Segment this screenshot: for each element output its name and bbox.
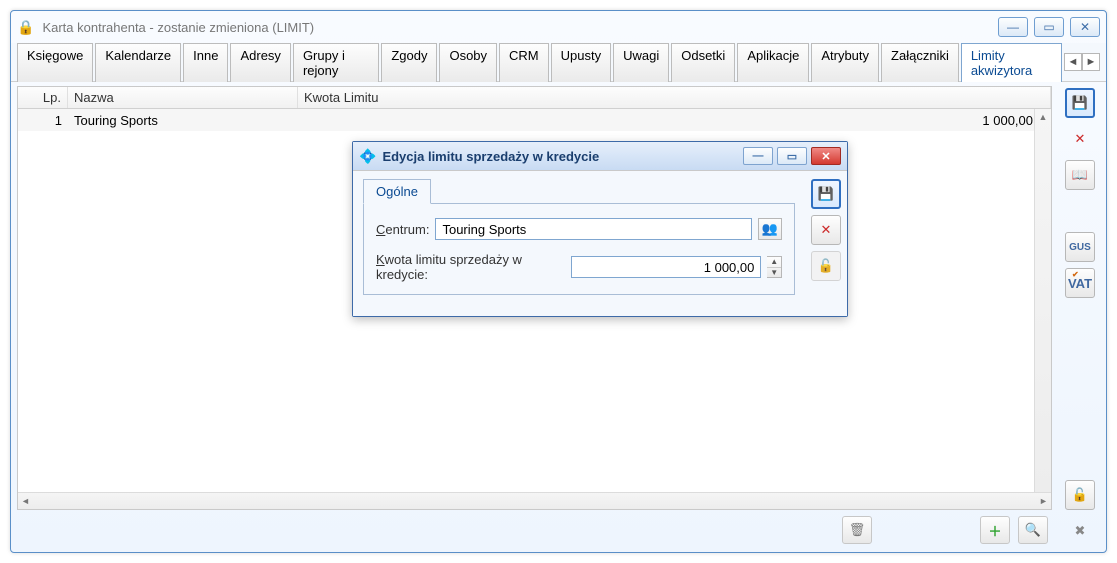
tab-zgody[interactable]: Zgody bbox=[381, 43, 437, 82]
dialog-titlebar: 💠 Edycja limitu sprzedaży w kredycie — ▭… bbox=[353, 142, 847, 170]
col-nazwa[interactable]: Nazwa bbox=[68, 87, 298, 108]
close-icon: ✕ bbox=[1075, 131, 1086, 147]
tab-odsetki[interactable]: Odsetki bbox=[671, 43, 735, 82]
tab-inne[interactable]: Inne bbox=[183, 43, 228, 82]
lock-icon: 🔓 bbox=[818, 258, 834, 274]
cancel-button[interactable]: ✕ bbox=[1065, 124, 1095, 154]
scroll-up-icon[interactable]: ▲ bbox=[1035, 109, 1051, 124]
dialog-frame: Centrum: 👥 Kwota limitu sprzedaży w kred… bbox=[363, 203, 795, 295]
tab-kalendarze[interactable]: Kalendarze bbox=[95, 43, 181, 82]
scroll-left-icon[interactable]: ◄ bbox=[18, 493, 33, 509]
tab-atrybuty[interactable]: Atrybuty bbox=[811, 43, 879, 82]
kwota-row: Kwota limitu sprzedaży w kredycie: ▲ ▼ bbox=[376, 252, 782, 282]
table-row[interactable]: 1 Touring Sports 1 000,00 bbox=[18, 109, 1051, 131]
app-icon: 🔒 bbox=[17, 19, 34, 36]
tab-scroll: ◄ ► bbox=[1064, 43, 1100, 81]
book-icon: 📖 bbox=[1072, 167, 1088, 183]
dialog-side-toolbar: 💾 ✕ 🔓 bbox=[805, 171, 847, 316]
check-icon: ✔ bbox=[1072, 270, 1079, 279]
centrum-row: Centrum: 👥 bbox=[376, 218, 782, 240]
centrum-input[interactable] bbox=[435, 218, 752, 240]
dialog-close-button[interactable]: ✕ bbox=[811, 147, 841, 165]
tab-upusty[interactable]: Upusty bbox=[551, 43, 611, 82]
search-button[interactable]: 🔍 bbox=[1018, 516, 1048, 544]
close-icon: ✕ bbox=[821, 222, 832, 238]
save-button[interactable]: 💾 bbox=[1065, 88, 1095, 118]
bottom-toolbar: 🗑 ＋ 🔍 bbox=[17, 510, 1052, 546]
col-kwota[interactable]: Kwota Limitu bbox=[298, 87, 1051, 108]
save-icon: 💾 bbox=[1072, 95, 1088, 111]
dialog-form: Ogólne Centrum: 👥 Kwota limitu sprzedaży… bbox=[353, 171, 805, 316]
lock-button[interactable]: 🔓 bbox=[1065, 480, 1095, 510]
cell-nazwa: Touring Sports bbox=[68, 113, 298, 128]
tab-ksiegowe[interactable]: Księgowe bbox=[17, 43, 93, 82]
titlebar: 🔒 Karta kontrahenta - zostanie zmieniona… bbox=[11, 11, 1106, 43]
dialog-icon: 💠 bbox=[359, 148, 376, 165]
tab-scroll-right[interactable]: ► bbox=[1082, 53, 1100, 71]
spinner-down-icon[interactable]: ▼ bbox=[767, 268, 781, 278]
book-button[interactable]: 📖 bbox=[1065, 160, 1095, 190]
vat-button[interactable]: ✔ VAT bbox=[1065, 268, 1095, 298]
save-icon: 💾 bbox=[818, 186, 834, 202]
dialog-title: Edycja limitu sprzedaży w kredycie bbox=[382, 149, 743, 164]
cell-lp: 1 bbox=[18, 113, 68, 128]
add-button[interactable]: ＋ bbox=[980, 516, 1010, 544]
search-icon: 🔍 bbox=[1025, 522, 1041, 538]
dialog-tab-ogolne[interactable]: Ogólne bbox=[363, 179, 431, 204]
col-lp[interactable]: Lp. bbox=[18, 87, 68, 108]
tab-adresy[interactable]: Adresy bbox=[230, 43, 290, 82]
dialog-minimize-button[interactable]: — bbox=[743, 147, 773, 165]
dismiss-button[interactable]: ✖ bbox=[1065, 516, 1095, 546]
tab-grupy[interactable]: Grupy i rejony bbox=[293, 43, 379, 82]
kwota-input[interactable] bbox=[571, 256, 761, 278]
main-window: 🔒 Karta kontrahenta - zostanie zmieniona… bbox=[10, 10, 1107, 553]
close-button[interactable]: ✕ bbox=[1070, 17, 1100, 37]
tab-osoby[interactable]: Osoby bbox=[439, 43, 497, 82]
spinner-up-icon[interactable]: ▲ bbox=[767, 257, 781, 268]
gus-button[interactable]: GUS bbox=[1065, 232, 1095, 262]
tab-limity-akwizytora[interactable]: Limity akwizytora bbox=[961, 43, 1062, 82]
tabs-row: Księgowe Kalendarze Inne Adresy Grupy i … bbox=[11, 43, 1106, 82]
x-icon: ✖ bbox=[1075, 523, 1086, 539]
grid-header: Lp. Nazwa Kwota Limitu bbox=[18, 87, 1051, 109]
minimize-button[interactable]: — bbox=[998, 17, 1028, 37]
tab-scroll-left[interactable]: ◄ bbox=[1064, 53, 1082, 71]
lock-icon: 🔓 bbox=[1072, 487, 1088, 503]
dialog-window-buttons: — ▭ ✕ bbox=[743, 147, 841, 165]
dialog-save-button[interactable]: 💾 bbox=[811, 179, 841, 209]
tab-zalaczniki[interactable]: Załączniki bbox=[881, 43, 959, 82]
window-title: Karta kontrahenta - zostanie zmieniona (… bbox=[42, 20, 998, 35]
edit-limit-dialog: 💠 Edycja limitu sprzedaży w kredycie — ▭… bbox=[352, 141, 848, 317]
centrum-picker-button[interactable]: 👥 bbox=[758, 218, 782, 240]
grid-vscroll[interactable]: ▲ bbox=[1034, 109, 1051, 492]
dialog-cancel-button[interactable]: ✕ bbox=[811, 215, 841, 245]
maximize-button[interactable]: ▭ bbox=[1034, 17, 1064, 37]
kwota-spinner[interactable]: ▲ ▼ bbox=[767, 256, 782, 278]
cell-kwota: 1 000,00 bbox=[298, 113, 1051, 128]
scroll-right-icon[interactable]: ► bbox=[1036, 493, 1051, 509]
people-icon: 👥 bbox=[762, 221, 778, 237]
trash-icon: 🗑 bbox=[849, 522, 866, 538]
tab-crm[interactable]: CRM bbox=[499, 43, 549, 82]
window-buttons: — ▭ ✕ bbox=[998, 17, 1100, 37]
plus-icon: ＋ bbox=[988, 521, 1001, 540]
dialog-lock-button[interactable]: 🔓 bbox=[811, 251, 841, 281]
centrum-label: Centrum: bbox=[376, 222, 429, 237]
delete-button[interactable]: 🗑 bbox=[842, 516, 872, 544]
dialog-body: Ogólne Centrum: 👥 Kwota limitu sprzedaży… bbox=[353, 170, 847, 316]
scroll-track[interactable] bbox=[33, 493, 1036, 509]
tab-aplikacje[interactable]: Aplikacje bbox=[737, 43, 809, 82]
side-toolbar: 💾 ✕ 📖 GUS ✔ VAT 🔓 ✖ bbox=[1060, 86, 1100, 546]
kwota-label: Kwota limitu sprzedaży w kredycie: bbox=[376, 252, 559, 282]
dialog-maximize-button[interactable]: ▭ bbox=[777, 147, 807, 165]
tab-uwagi[interactable]: Uwagi bbox=[613, 43, 669, 82]
grid-hscroll[interactable]: ◄ ► bbox=[18, 492, 1051, 509]
